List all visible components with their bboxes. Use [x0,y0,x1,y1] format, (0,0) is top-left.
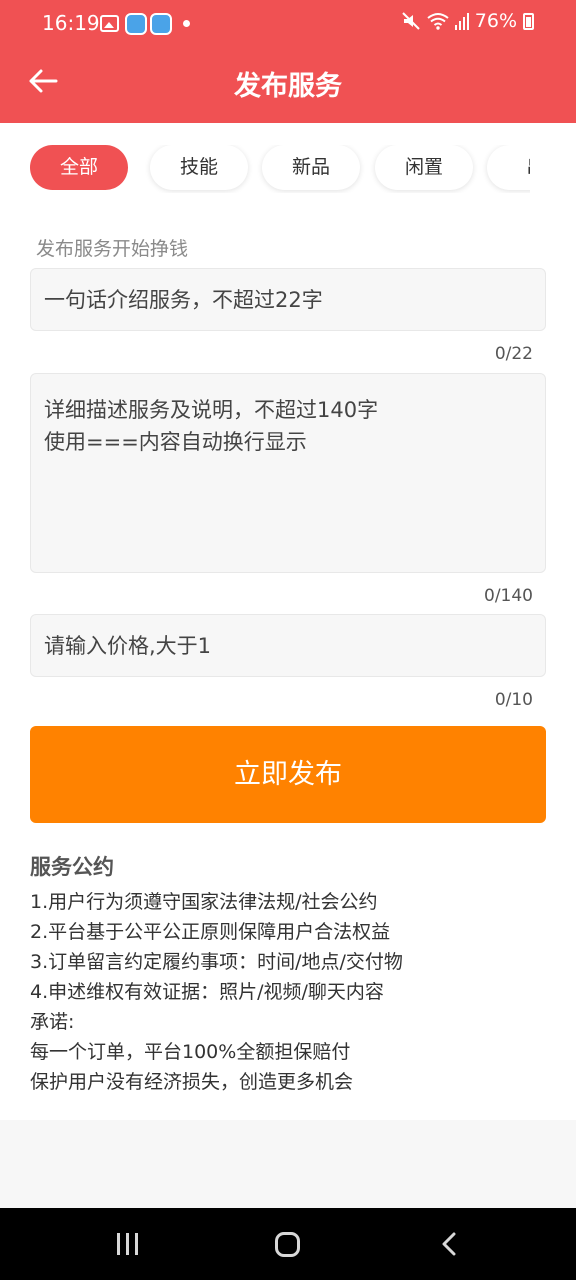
status-bar: 16:19 76% [0,0,576,46]
price-input[interactable]: 请输入价格,大于1 [30,614,546,677]
page-title: 发布服务 [234,71,342,102]
category-tabs: 全部 技能 新品 闲置 出 [30,145,530,193]
tab-skills[interactable]: 技能 [150,145,248,190]
description-placeholder-line: 详细描述服务及说明，不超过140字 [44,398,379,422]
wifi-icon [427,13,449,30]
tab-all[interactable]: 全部 [30,145,128,190]
tab-idle[interactable]: 闲置 [375,145,473,190]
rules-line: 1.用户行为须遵守国家法律法规/社会公约 [30,891,378,913]
rules-title: 服务公约 [30,855,114,879]
back-icon[interactable] [438,1232,462,1256]
title-input[interactable]: 一句话介绍服务，不超过22字 [30,268,546,331]
app-notification-icon [150,13,172,35]
mute-icon [402,12,420,30]
tab-new[interactable]: 新品 [262,145,360,190]
home-icon[interactable] [275,1232,300,1257]
app-notification-icon [125,13,147,35]
app-header: 发布服务 [0,46,576,123]
description-placeholder-line: 使用===内容自动换行显示 [44,430,307,454]
service-rules: 服务公约 1.用户行为须遵守国家法律法规/社会公约 2.平台基于公平公正原则保障… [30,851,550,1097]
description-char-counter: 0/140 [484,586,533,606]
rules-line: 保护用户没有经济损失，创造更多机会 [30,1071,354,1093]
title-char-counter: 0/22 [494,344,533,364]
rules-line: 承诺: [30,1011,75,1033]
battery-icon [523,12,534,30]
rules-line: 3.订单留言约定履约事项：时间/地点/交付物 [30,951,403,973]
form-hint: 发布服务开始挣钱 [36,238,189,260]
recent-apps-icon[interactable] [115,1233,141,1255]
battery-percent: 76% [474,10,517,32]
signal-icon [454,13,469,30]
rules-line: 4.申述维权有效证据：照片/视频/聊天内容 [30,981,384,1003]
main-content: 全部 技能 新品 闲置 出 发布服务开始挣钱 一句话介绍服务，不超过22字 0/… [0,123,576,1120]
rules-line: 每一个订单，平台100%全额担保赔付 [30,1041,351,1063]
dot-icon [183,20,190,27]
status-time: 16:19 [42,11,100,35]
description-textarea[interactable]: 详细描述服务及说明，不超过140字 使用===内容自动换行显示 [30,373,546,573]
gallery-icon [100,15,119,32]
publish-button[interactable]: 立即发布 [30,726,546,823]
rules-line: 2.平台基于公平公正原则保障用户合法权益 [30,921,391,943]
price-char-counter: 0/10 [494,690,533,710]
system-nav-bar [0,1208,576,1280]
tab-more[interactable]: 出 [487,145,530,190]
